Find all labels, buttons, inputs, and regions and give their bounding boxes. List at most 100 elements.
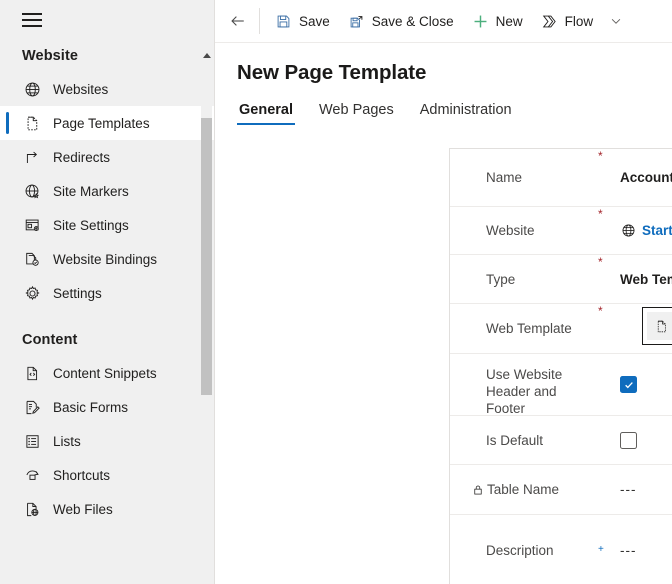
- tab-bar: General Web Pages Administration: [215, 95, 672, 125]
- form-pencil-icon: [22, 397, 42, 417]
- sidebar-item-site-settings[interactable]: Site Settings: [0, 208, 214, 242]
- form-row-type: Type * Web Template: [450, 255, 672, 304]
- scroll-up-arrow-icon[interactable]: [203, 53, 211, 58]
- nav-group-spacer: [0, 310, 214, 324]
- field-label-name: Name: [486, 169, 598, 186]
- sidebar-item-shortcuts[interactable]: Shortcuts: [0, 458, 214, 492]
- field-value-name[interactable]: Account Data Snippet: [620, 170, 672, 185]
- tab-web-pages[interactable]: Web Pages: [317, 102, 396, 125]
- field-value-website-text: Starter Portal: [642, 223, 672, 238]
- save-and-close-button-label: Save & Close: [372, 14, 454, 29]
- redirect-arrow-icon: [22, 147, 42, 167]
- command-bar-divider: [259, 8, 260, 34]
- sidebar-item-site-markers[interactable]: Site Markers: [0, 174, 214, 208]
- form-row-use-website-header-and-footer: Use Website Header and Footer: [450, 354, 672, 416]
- flow-button-label: Flow: [565, 14, 594, 29]
- field-label-website: Website: [486, 222, 598, 239]
- required-indicator: *: [598, 209, 620, 219]
- tab-administration[interactable]: Administration: [418, 102, 514, 125]
- form-row-description: Description + ---: [450, 515, 672, 584]
- form-row-website: Website * Starter Portal: [450, 207, 672, 255]
- lookup-chip[interactable]: account-web-template: [647, 312, 672, 340]
- new-button-label: New: [496, 14, 523, 29]
- shortcut-icon: [22, 465, 42, 485]
- lock-icon: [472, 484, 484, 496]
- sidebar-item-content-snippets[interactable]: Content Snippets: [0, 356, 214, 390]
- flow-icon: [541, 13, 558, 30]
- required-indicator: *: [598, 151, 620, 161]
- tab-general[interactable]: General: [237, 102, 295, 125]
- field-value-type[interactable]: Web Template: [620, 272, 672, 287]
- site-settings-icon: [22, 215, 42, 235]
- field-value-website[interactable]: Starter Portal: [620, 223, 672, 239]
- field-value-table-name: ---: [620, 482, 672, 497]
- sidebar-item-label: Lists: [53, 434, 81, 449]
- hamburger-icon[interactable]: [22, 13, 42, 27]
- sidebar-item-label: Content Snippets: [53, 366, 157, 381]
- sidebar-item-basic-forms[interactable]: Basic Forms: [0, 390, 214, 424]
- sidebar-item-lists[interactable]: Lists: [0, 424, 214, 458]
- chevron-down-icon[interactable]: [602, 5, 630, 37]
- code-page-icon: [22, 363, 42, 383]
- field-label-type: Type: [486, 271, 598, 288]
- sidebar-item-label: Site Settings: [53, 218, 129, 233]
- sidebar-item-label: Site Markers: [53, 184, 129, 199]
- sidebar: Website Websites Page Templat: [0, 0, 215, 584]
- sidebar-item-label: Basic Forms: [53, 400, 128, 415]
- gear-icon: [22, 283, 42, 303]
- field-label-table-name-text: Table Name: [487, 481, 559, 498]
- back-arrow-icon[interactable]: [221, 5, 255, 37]
- field-label-is-default: Is Default: [486, 432, 598, 449]
- general-form-card: Name * Account Data Snippet Website * St…: [449, 148, 672, 584]
- sidebar-item-label: Web Files: [53, 502, 113, 517]
- field-value-use-website-header-and-footer: [620, 376, 672, 393]
- file-page-icon: [654, 318, 669, 334]
- sidebar-item-websites[interactable]: Websites: [0, 72, 214, 106]
- sidebar-item-label: Page Templates: [53, 116, 150, 131]
- sidebar-item-settings[interactable]: Settings: [0, 276, 214, 310]
- sidebar-item-redirects[interactable]: Redirects: [0, 140, 214, 174]
- sidebar-header: [0, 0, 214, 40]
- checkbox-is-default[interactable]: [620, 432, 637, 449]
- sidebar-item-page-templates[interactable]: Page Templates: [0, 106, 214, 140]
- sidebar-item-label: Settings: [53, 286, 102, 301]
- form-row-table-name: Table Name ---: [450, 465, 672, 515]
- plus-icon: [472, 13, 489, 30]
- sidebar-item-label: Websites: [53, 82, 108, 97]
- app-window: Website Websites Page Templat: [0, 0, 672, 584]
- field-label-table-name: Table Name: [486, 481, 598, 498]
- web-template-lookup-input[interactable]: account-web-template: [642, 307, 672, 345]
- field-value-is-default: [620, 432, 672, 449]
- field-value-description[interactable]: ---: [620, 543, 672, 558]
- save-and-close-button[interactable]: Save & Close: [339, 5, 463, 37]
- globe-star-icon: [22, 181, 42, 201]
- website-bindings-icon: [22, 249, 42, 269]
- save-button[interactable]: Save: [266, 5, 339, 37]
- web-file-icon: [22, 499, 42, 519]
- field-label-description: Description: [486, 542, 598, 559]
- sidebar-scrollbar-thumb[interactable]: [201, 118, 212, 395]
- page-template-icon: [22, 113, 42, 133]
- globe-icon: [22, 79, 42, 99]
- main-content: Save Save & Close: [215, 0, 672, 584]
- sidebar-item-website-bindings[interactable]: Website Bindings: [0, 242, 214, 276]
- required-indicator: *: [598, 306, 620, 316]
- save-button-label: Save: [299, 14, 330, 29]
- nav-group-title-content: Content: [0, 324, 214, 356]
- sidebar-item-web-files[interactable]: Web Files: [0, 492, 214, 526]
- sidebar-item-label: Website Bindings: [53, 252, 157, 267]
- list-icon: [22, 431, 42, 451]
- checkbox-use-website-header-and-footer[interactable]: [620, 376, 637, 393]
- form-row-is-default: Is Default: [450, 416, 672, 465]
- globe-icon: [620, 223, 636, 239]
- command-bar: Save Save & Close: [215, 0, 672, 43]
- field-label-use-website-header-and-footer: Use Website Header and Footer: [486, 352, 598, 417]
- sidebar-item-label: Shortcuts: [53, 468, 110, 483]
- new-button[interactable]: New: [463, 5, 532, 37]
- recommended-indicator: +: [598, 545, 620, 555]
- sidebar-item-label: Redirects: [53, 150, 110, 165]
- sidebar-nav: Website Websites Page Templat: [0, 40, 214, 580]
- save-disk-icon: [275, 13, 292, 30]
- form-row-name: Name * Account Data Snippet: [450, 149, 672, 207]
- flow-button[interactable]: Flow: [532, 5, 603, 37]
